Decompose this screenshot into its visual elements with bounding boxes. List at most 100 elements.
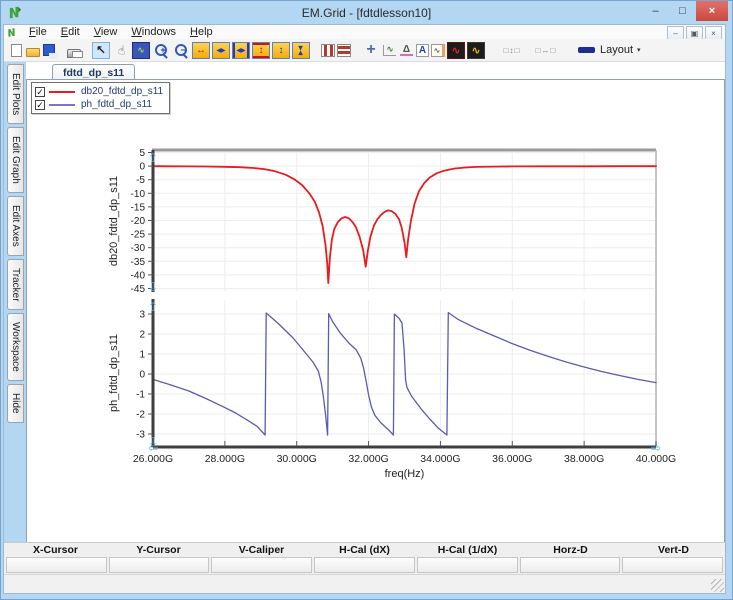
legend-line-sample bbox=[49, 103, 75, 106]
trace-yellow-icon[interactable]: ∿ bbox=[467, 41, 485, 59]
svg-text:freq(Hz): freq(Hz) bbox=[385, 468, 425, 480]
fit-y-icon[interactable]: ↕ bbox=[252, 41, 270, 59]
row-panes-icon[interactable] bbox=[337, 43, 351, 57]
svg-text:-1: -1 bbox=[136, 390, 145, 401]
expand-y-icon[interactable]: ↕ bbox=[272, 41, 290, 59]
delta-marker-icon[interactable]: Δ bbox=[400, 44, 413, 56]
menu-item-windows[interactable]: Windows bbox=[124, 26, 183, 38]
toolbar-separator bbox=[57, 50, 66, 51]
readout-value bbox=[211, 557, 313, 573]
svg-text:38.000G: 38.000G bbox=[564, 453, 604, 465]
svg-text:-35: -35 bbox=[131, 257, 146, 268]
svg-text:2: 2 bbox=[139, 330, 145, 341]
svg-text:-25: -25 bbox=[131, 230, 146, 241]
sidebar-item-edit-axes[interactable]: Edit Axes bbox=[7, 196, 24, 256]
svg-text:-15: -15 bbox=[131, 202, 146, 213]
expand-x-icon[interactable]: ↔ bbox=[192, 41, 210, 59]
vertical-spacing-icon[interactable]: □↕□ bbox=[496, 42, 528, 59]
open-file-icon[interactable] bbox=[26, 48, 40, 57]
legend-checkbox[interactable]: ✓ bbox=[35, 99, 45, 110]
readout-header: X-Cursor bbox=[33, 544, 78, 556]
menu-items: File Edit View Windows Help bbox=[22, 26, 220, 38]
toolbar-separator bbox=[563, 50, 572, 51]
menu-item-edit[interactable]: Edit bbox=[54, 26, 87, 38]
svg-text:⇧: ⇧ bbox=[148, 300, 158, 314]
toolbar-separator bbox=[352, 50, 361, 51]
readout-value bbox=[622, 557, 724, 573]
axes-icon[interactable]: ∿ bbox=[383, 44, 396, 56]
chevron-down-icon: ▾ bbox=[637, 47, 641, 54]
svg-text:ph_fdtd_dp_s11: ph_fdtd_dp_s11 bbox=[108, 334, 120, 412]
select-cursor-icon[interactable]: ↖ bbox=[92, 41, 110, 59]
svg-text:3: 3 bbox=[139, 310, 145, 321]
sidebar-item-workspace[interactable]: Workspace bbox=[7, 313, 24, 382]
subplot-icon[interactable]: ∿ bbox=[431, 43, 445, 57]
tab-fdtd-dp-s11[interactable]: fdtd_dp_s11 bbox=[52, 64, 136, 80]
readout-cells bbox=[4, 557, 725, 575]
layout-button[interactable]: Layout ▾ bbox=[573, 42, 646, 59]
mdi-close-button[interactable]: × bbox=[705, 26, 722, 40]
print-icon[interactable] bbox=[67, 48, 83, 58]
svg-text:-5: -5 bbox=[136, 175, 145, 186]
trace-red-icon[interactable]: ∿ bbox=[447, 41, 465, 59]
readout-header: H-Cal (1/dX) bbox=[437, 544, 498, 556]
pan-hand-icon[interactable]: ☜ bbox=[112, 42, 130, 59]
new-document-icon[interactable] bbox=[11, 43, 22, 57]
legend-item[interactable]: ✓ db20_fdtd_dp_s11 bbox=[34, 85, 163, 98]
svg-text:db20_fdtd_dp_s11: db20_fdtd_dp_s11 bbox=[108, 176, 120, 266]
readout-header: H-Cal (dX) bbox=[339, 544, 390, 556]
menu-item-view[interactable]: View bbox=[87, 26, 125, 38]
horizontal-spacing-icon[interactable]: □↔□ bbox=[530, 42, 562, 59]
title-bar: EM.Grid - [fdtdlesson10] – □ × bbox=[1, 1, 732, 24]
svg-text:⇩: ⇩ bbox=[148, 280, 158, 294]
sidebar-item-tracker[interactable]: Tracker bbox=[7, 258, 24, 311]
plot-legend: ✓ db20_fdtd_dp_s11 ✓ ph_fdtd_dp_s11 bbox=[31, 82, 171, 114]
readout-header: V-Caliper bbox=[238, 544, 285, 556]
layout-label: Layout bbox=[600, 44, 634, 56]
main-area: Edit Plots Edit Graph Edit Axes Tracker Work… bbox=[4, 62, 725, 543]
legend-label: db20_fdtd_dp_s11 bbox=[81, 86, 164, 97]
shrink-x-icon[interactable]: ◀▶ bbox=[212, 41, 230, 59]
svg-text:30.000G: 30.000G bbox=[277, 453, 317, 465]
minimize-button[interactable]: – bbox=[642, 1, 669, 21]
readout-header: Vert-D bbox=[658, 544, 689, 556]
zoom-in-icon[interactable]: + bbox=[152, 42, 170, 59]
toolbar-separator bbox=[486, 50, 495, 51]
toolbar-separator bbox=[311, 50, 320, 51]
column-panes-icon[interactable] bbox=[321, 43, 335, 57]
plot-canvas[interactable]: 50-5-10-15-20-25-30-35-40-45db20_fdtd_dp… bbox=[27, 80, 725, 543]
legend-checkbox[interactable]: ✓ bbox=[35, 86, 45, 97]
legend-label: ph_fdtd_dp_s11 bbox=[81, 99, 152, 110]
svg-text:-2: -2 bbox=[136, 410, 145, 421]
close-button[interactable]: × bbox=[696, 1, 728, 21]
save-icon[interactable] bbox=[43, 44, 57, 59]
menu-item-file[interactable]: File bbox=[22, 26, 54, 38]
zoom-out-icon[interactable]: − bbox=[172, 42, 190, 59]
sidebar-item-edit-plots[interactable]: Edit Plots bbox=[7, 64, 24, 125]
sidebar-item-hide[interactable]: Hide bbox=[7, 384, 24, 423]
zoom-region-icon[interactable]: ∿ bbox=[132, 41, 150, 59]
svg-text:36.000G: 36.000G bbox=[492, 453, 532, 465]
svg-text:0: 0 bbox=[139, 370, 145, 381]
legend-line-sample bbox=[49, 90, 75, 93]
svg-text:28.000G: 28.000G bbox=[205, 453, 245, 465]
app-window: EM.Grid - [fdtdlesson10] – □ × File Edit V… bbox=[0, 0, 733, 600]
fit-x-icon[interactable]: ◀▶ bbox=[232, 41, 250, 59]
window-title: EM.Grid - [fdtdlesson10] bbox=[301, 5, 432, 20]
resize-grip[interactable] bbox=[711, 579, 724, 592]
readout-headers: X-Cursor Y-Cursor V-Caliper H-Cal (dX) H-Cal… bbox=[4, 543, 725, 557]
sidebar-item-edit-graph[interactable]: Edit Graph bbox=[7, 127, 24, 194]
svg-text:5: 5 bbox=[139, 148, 145, 159]
cursor-readout-bar: X-Cursor Y-Cursor V-Caliper H-Cal (dX) H-Cal… bbox=[4, 542, 725, 575]
mdi-restore-button[interactable]: ▣ bbox=[686, 26, 703, 40]
mdi-minimize-button[interactable]: – bbox=[667, 26, 684, 40]
crosshair-icon[interactable]: + bbox=[362, 41, 380, 59]
readout-value bbox=[108, 557, 210, 573]
menu-item-help[interactable]: Help bbox=[183, 26, 220, 38]
compress-y-icon[interactable]: ▶◀ bbox=[292, 41, 310, 59]
plot-panel: ✓ db20_fdtd_dp_s11 ✓ ph_fdtd_dp_s11 5 0 -5 -10… bbox=[26, 79, 725, 543]
maximize-button[interactable]: □ bbox=[669, 1, 696, 21]
toolbar: ↖ ☜ ∿ + − ↔ ◀▶ ◀▶ ↕ ↕ ▶◀ + ∿ Δ A ∿ ∿ ∿ □↕□ □↔□ Layout ▾ bbox=[4, 39, 725, 62]
legend-item[interactable]: ✓ ph_fdtd_dp_s11 bbox=[34, 98, 163, 111]
text-label-icon[interactable]: A bbox=[416, 43, 429, 57]
